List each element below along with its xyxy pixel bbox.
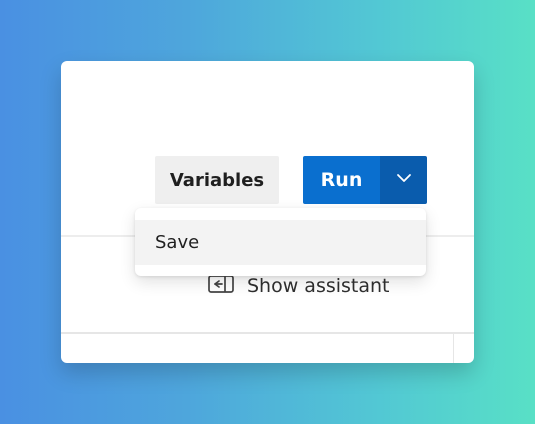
run-options-menu: Save [135,208,426,276]
column-divider [453,334,454,363]
run-button[interactable]: Run [303,156,380,204]
chevron-down-icon [395,169,413,191]
panel-card: Variables Run Show assistant Save [61,61,474,363]
show-assistant-icon [207,273,235,299]
menu-item-save[interactable]: Save [135,220,426,265]
divider [61,332,474,334]
show-assistant-label: Show assistant [247,275,390,297]
run-split-button: Run [303,156,427,204]
variables-button[interactable]: Variables [155,156,279,204]
run-options-button[interactable] [380,156,427,204]
menu-item-label: Save [155,232,200,253]
run-label: Run [320,169,363,191]
variables-label: Variables [169,169,265,191]
